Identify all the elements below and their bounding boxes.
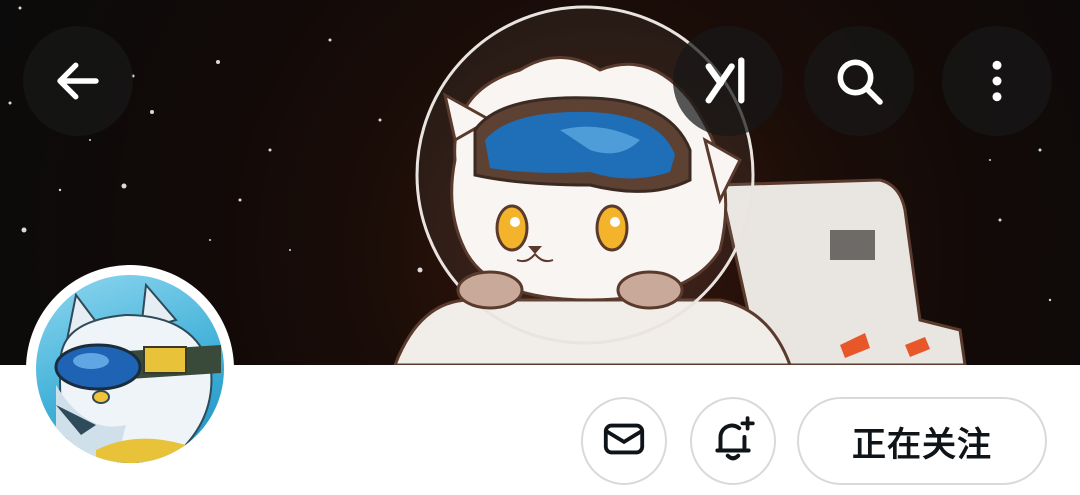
following-label: 正在关注 [852,424,992,465]
bell-plus-icon [708,414,758,468]
notification-button[interactable] [690,397,776,485]
grok-logo-icon [699,52,757,110]
profile-avatar[interactable] [26,265,234,473]
more-vertical-icon [970,54,1024,108]
grok-button[interactable] [673,26,783,136]
following-button[interactable]: 正在关注 [797,397,1047,485]
search-icon [831,53,887,109]
more-options-button[interactable] [942,26,1052,136]
back-button[interactable] [23,26,133,136]
message-button[interactable] [581,397,667,485]
search-button[interactable] [804,26,914,136]
arrow-left-icon [51,54,105,108]
avatar-image [36,275,224,463]
mail-icon [601,416,647,466]
